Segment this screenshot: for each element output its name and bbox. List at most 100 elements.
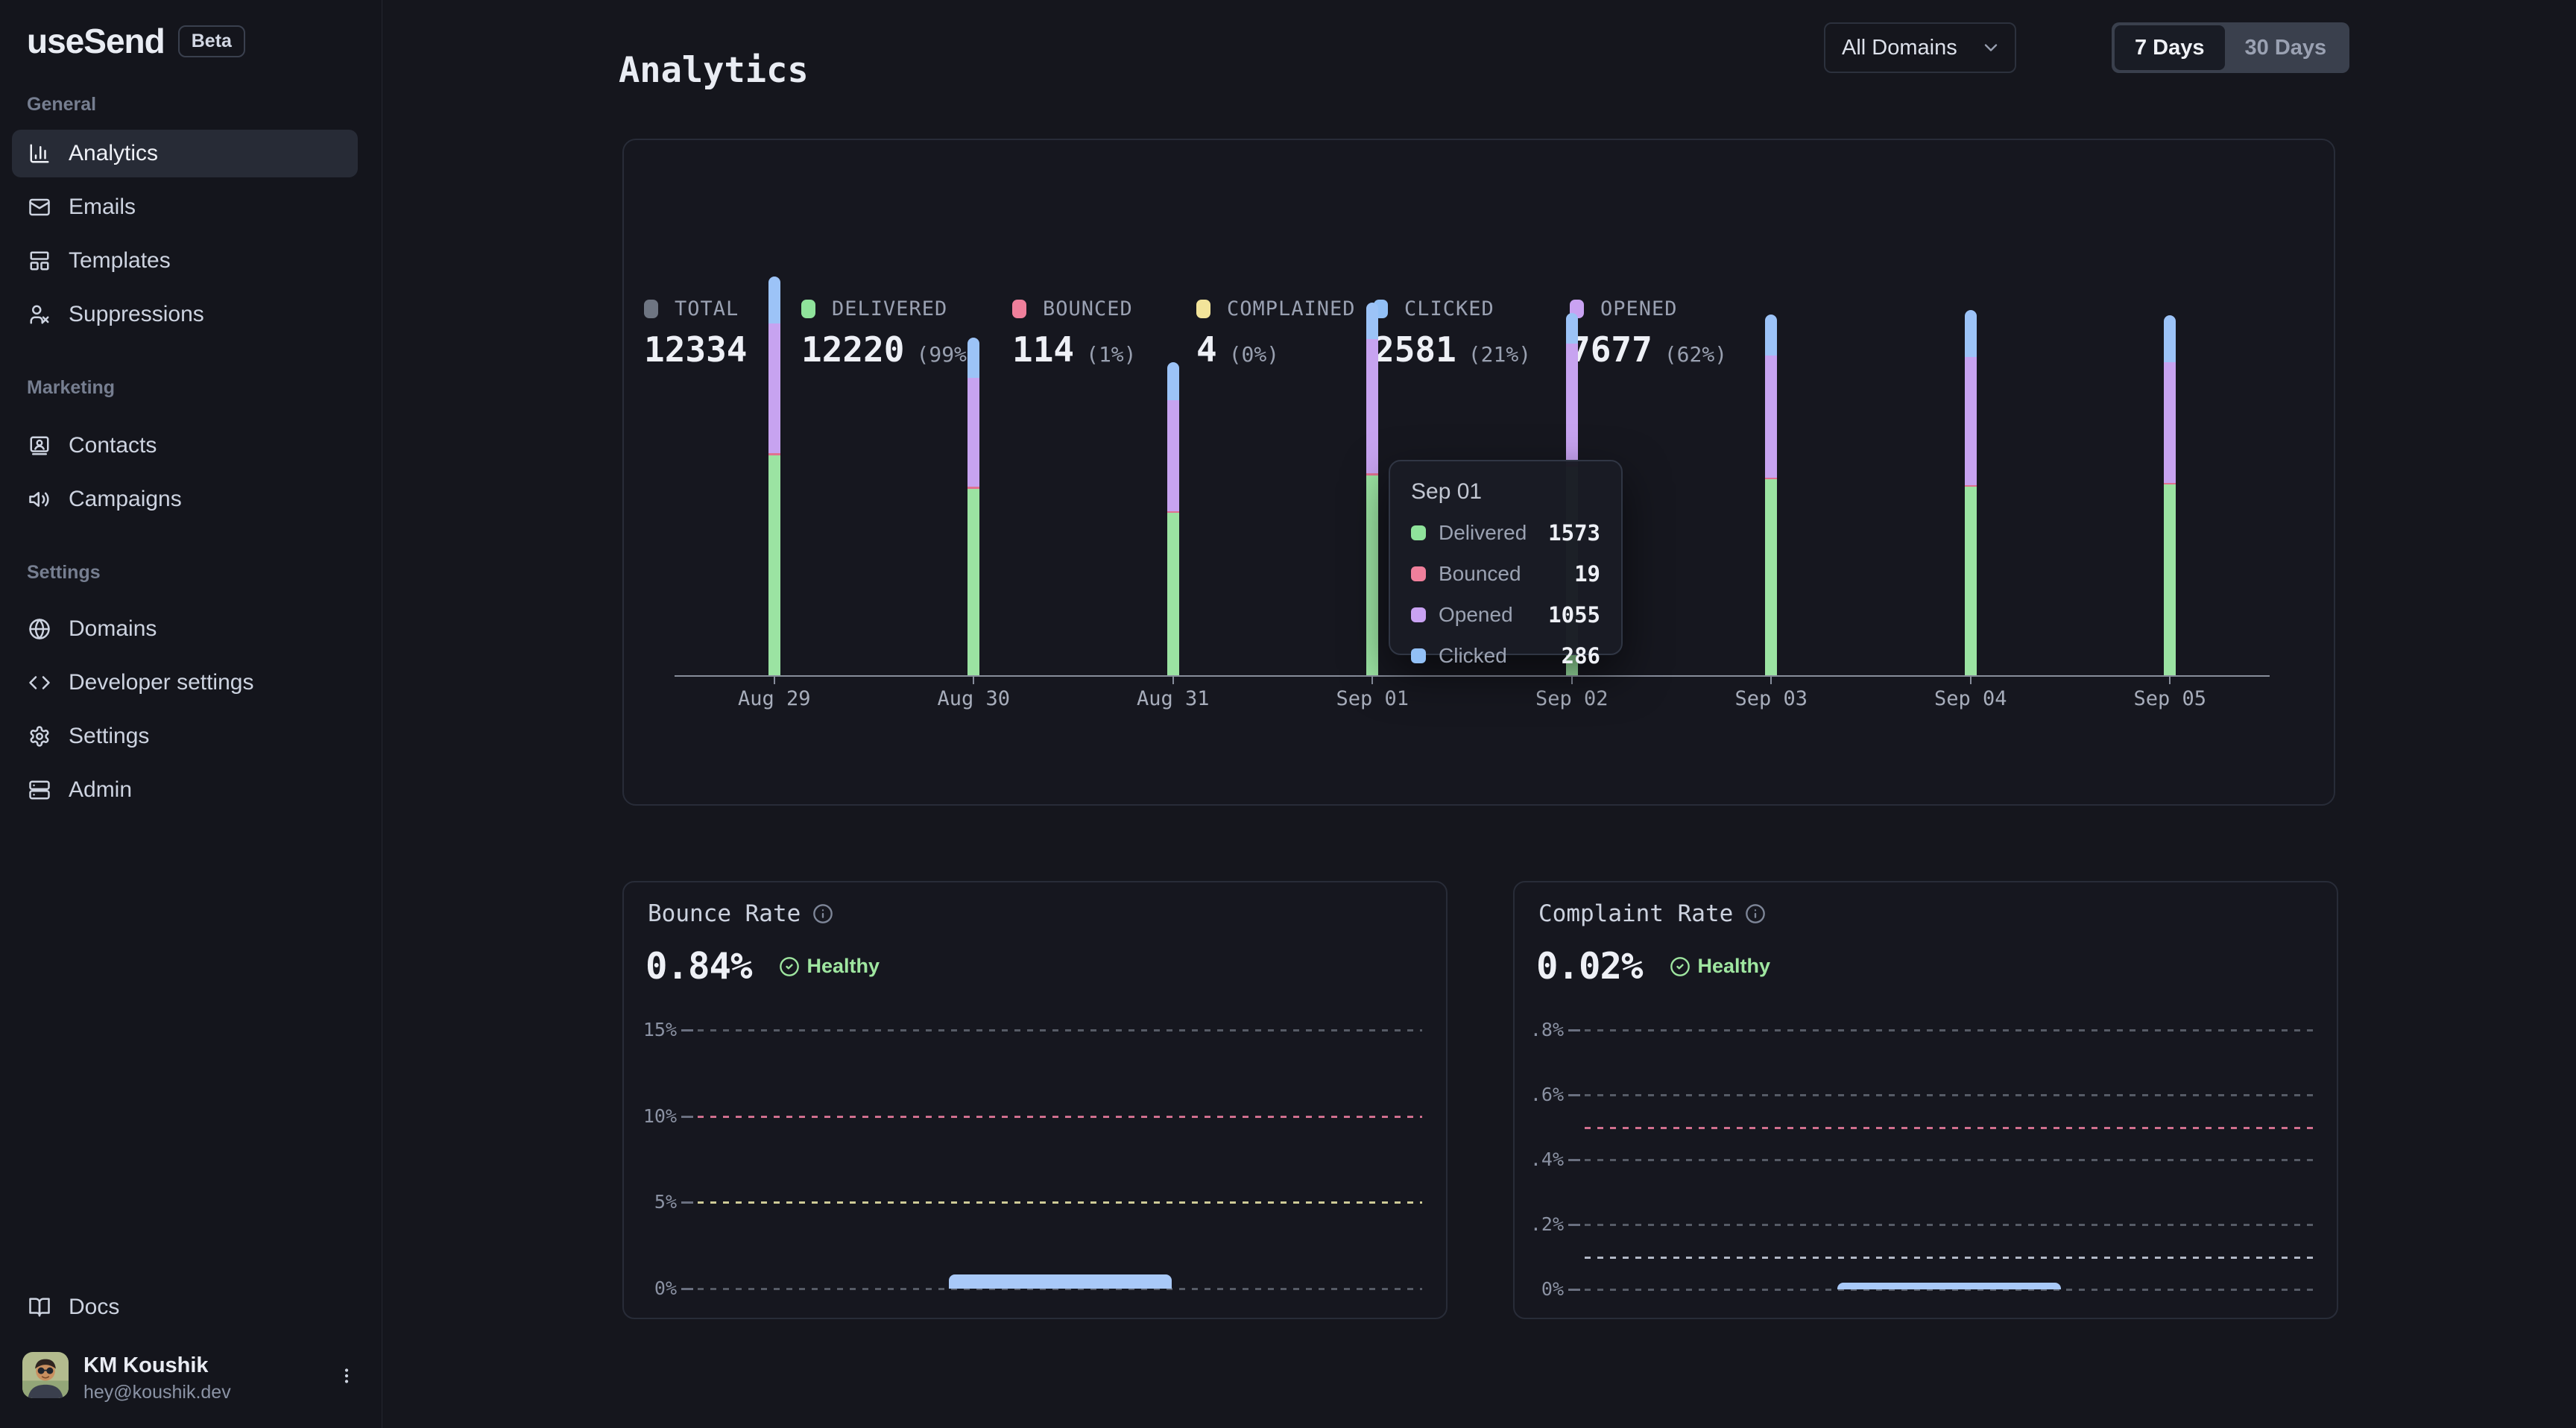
sidebar-item-developer-settings[interactable]: Developer settings: [12, 659, 358, 707]
y-axis-label: .8%: [1476, 1018, 1564, 1042]
bar-segment-delivered: [768, 455, 780, 675]
y-axis-tick: [681, 1029, 693, 1031]
tooltip-title: Sep 01: [1411, 479, 1600, 505]
complaint-status-badge: Healthy: [1670, 955, 1771, 978]
stacked-bar-sep-03[interactable]: [1765, 315, 1777, 675]
megaphone-icon: [28, 488, 51, 511]
more-vertical-icon[interactable]: [335, 1361, 358, 1391]
tooltip-label: Clicked: [1439, 644, 1507, 668]
x-axis-label: Sep 03: [1696, 687, 1846, 710]
bar-segment-delivered: [1765, 479, 1777, 675]
rate-value-bar[interactable]: [949, 1274, 1172, 1289]
sidebar-item-label: Templates: [69, 248, 171, 274]
x-axis-tick: [1172, 677, 1174, 684]
bar-segment-delivered: [2164, 484, 2176, 675]
y-axis-tick: [1568, 1094, 1580, 1096]
stat-value: 12220: [801, 329, 904, 370]
opened-dot: [1411, 607, 1426, 622]
domain-filter-select[interactable]: All Domains: [1824, 22, 2016, 73]
sidebar-item-label: Domains: [69, 616, 157, 642]
stacked-bar-aug-31[interactable]: [1167, 362, 1179, 675]
y-axis-label: 0%: [1476, 1277, 1564, 1301]
bar-segment-clicked: [2164, 315, 2176, 362]
y-axis-label: 10%: [589, 1105, 677, 1128]
y-axis-label: 5%: [589, 1190, 677, 1214]
y-axis-tick: [681, 1201, 693, 1204]
tooltip-value: 1055: [1548, 602, 1600, 628]
sidebar-item-analytics[interactable]: Analytics: [12, 130, 358, 177]
stat-value: 12334: [644, 329, 747, 370]
x-axis-tick: [774, 677, 775, 684]
sidebar-item-emails[interactable]: Emails: [12, 183, 358, 231]
y-axis-tick: [1568, 1159, 1580, 1161]
logo: useSend Beta: [27, 21, 245, 61]
complaint-rate-title: Complaint Rate: [1538, 900, 1766, 927]
stacked-bar-sep-04[interactable]: [1965, 310, 1977, 675]
stacked-bar-sep-05[interactable]: [2164, 315, 2176, 675]
gridline: [698, 1029, 1422, 1031]
card-title-text: Bounce Rate: [648, 900, 801, 927]
tooltip-row-bounced: Bounced 19: [1411, 561, 1600, 587]
user-profile[interactable]: KM Koushik hey@koushik.dev: [0, 1348, 382, 1412]
mail-icon: [28, 196, 51, 218]
clicked-dot: [1411, 648, 1426, 663]
sidebar-item-label: Contacts: [69, 433, 157, 458]
sidebar-item-label: Suppressions: [69, 302, 204, 327]
stacked-bar-aug-29[interactable]: [768, 277, 780, 675]
sidebar-item-label: Developer settings: [69, 670, 253, 695]
sidebar-item-campaigns[interactable]: Campaigns: [12, 476, 358, 523]
contact-book-icon: [28, 435, 51, 457]
stat-opened: OPENED 7677(62%): [1570, 298, 1727, 370]
sidebar-item-admin[interactable]: Admin: [12, 766, 358, 814]
gear-icon: [28, 725, 51, 748]
complaint-rate-value: 0.02%: [1536, 945, 1643, 988]
sidebar-item-contacts[interactable]: Contacts: [12, 422, 358, 470]
x-axis-tick: [1571, 677, 1573, 684]
sidebar-item-settings[interactable]: Settings: [12, 713, 358, 760]
check-circle-icon: [779, 956, 800, 977]
x-axis-label: Sep 01: [1298, 687, 1447, 710]
complained-dot: [1196, 300, 1210, 318]
bar-segment-delivered: [967, 489, 979, 675]
tooltip-label: Bounced: [1439, 562, 1521, 586]
sidebar-item-templates[interactable]: Templates: [12, 237, 358, 285]
server-icon: [28, 779, 51, 801]
chevron-down-icon: [1980, 37, 2001, 58]
x-axis-tick: [2169, 677, 2171, 684]
sidebar-item-label: Campaigns: [69, 487, 182, 512]
gridline: [1585, 1159, 2314, 1161]
stat-total: TOTAL 12334: [644, 298, 759, 370]
bar-segment-delivered: [1965, 487, 1977, 675]
tooltip-value: 1573: [1548, 520, 1600, 546]
y-axis-tick: [1568, 1029, 1580, 1031]
bounce-status-badge: Healthy: [779, 955, 880, 978]
status-text: Healthy: [1698, 955, 1771, 978]
sidebar-item-label: Settings: [69, 724, 149, 749]
info-icon[interactable]: [1745, 903, 1766, 924]
info-icon[interactable]: [812, 903, 833, 924]
bar-segment-clicked: [967, 338, 979, 378]
stacked-bar-aug-30[interactable]: [967, 338, 979, 675]
stat-percent: (1%): [1086, 342, 1136, 367]
sidebar-item-suppressions[interactable]: Suppressions: [12, 291, 358, 338]
sidebar-item-label: Emails: [69, 195, 136, 220]
rate-value-bar[interactable]: [1837, 1283, 2062, 1289]
chart-tooltip: Sep 01 Delivered 1573 Bounced 19 Opened …: [1389, 460, 1623, 655]
sidebar-item-domains[interactable]: Domains: [12, 605, 358, 653]
sidebar-item-docs[interactable]: Docs: [12, 1283, 358, 1331]
bar-segment-delivered: [1167, 513, 1179, 675]
bar-segment-opened: [1566, 344, 1578, 464]
total-dot: [644, 300, 658, 318]
bar-segment-opened: [2164, 362, 2176, 483]
bar-segment-clicked: [1566, 313, 1578, 344]
stat-label: DELIVERED: [832, 297, 947, 320]
tooltip-value: 286: [1562, 643, 1600, 669]
section-label-settings: Settings: [27, 562, 101, 584]
critical-threshold-line: [1585, 1127, 2314, 1129]
range-option-30-days[interactable]: 30 Days: [2225, 25, 2347, 70]
stat-percent: (62%): [1664, 342, 1727, 367]
stat-delivered: DELIVERED 12220(99%): [801, 298, 979, 370]
stacked-bar-sep-01[interactable]: [1366, 303, 1378, 675]
section-label-general: General: [27, 94, 96, 116]
range-option-7-days[interactable]: 7 Days: [2115, 25, 2225, 70]
